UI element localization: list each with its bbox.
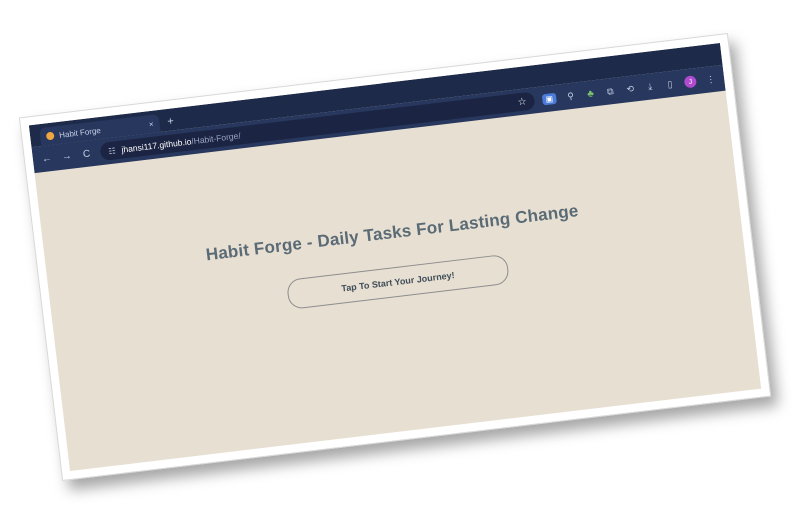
start-journey-button[interactable]: Tap To Start Your Journey! (285, 253, 510, 310)
reload-button[interactable]: C (80, 148, 93, 160)
page-title: Habit Forge - Daily Tasks For Lasting Ch… (204, 201, 580, 265)
screenshot-card: Habit Forge × + ← → C ☷ jhansi117.github… (18, 33, 772, 481)
download-icon[interactable]: ⤓ (644, 80, 656, 92)
url-path: /Habit-Forge/ (190, 130, 242, 147)
forward-button[interactable]: → (60, 150, 73, 162)
microphone-icon[interactable]: ⚲ (565, 90, 577, 102)
sidepanel-icon[interactable]: ▯ (664, 78, 676, 90)
close-icon[interactable]: × (148, 119, 154, 128)
new-tab-button[interactable]: + (167, 115, 175, 128)
puzzle-icon[interactable]: ⧉ (604, 85, 616, 97)
browser-window: Habit Forge × + ← → C ☷ jhansi117.github… (28, 43, 762, 471)
menu-icon[interactable]: ⋮ (705, 73, 717, 85)
url-host: jhansi117.github.io (120, 136, 192, 155)
avatar[interactable]: J (683, 75, 698, 89)
tune-icon[interactable]: ☷ (108, 146, 116, 156)
tree-extension-icon[interactable]: ♣ (584, 88, 596, 100)
sync-icon[interactable]: ⟲ (624, 83, 636, 95)
star-icon[interactable]: ☆ (517, 96, 527, 108)
stage: Habit Forge × + ← → C ☷ jhansi117.github… (0, 0, 810, 515)
back-button[interactable]: ← (40, 152, 53, 164)
extension-blue-icon[interactable]: ▣ (541, 92, 557, 105)
favicon-icon (45, 131, 55, 141)
